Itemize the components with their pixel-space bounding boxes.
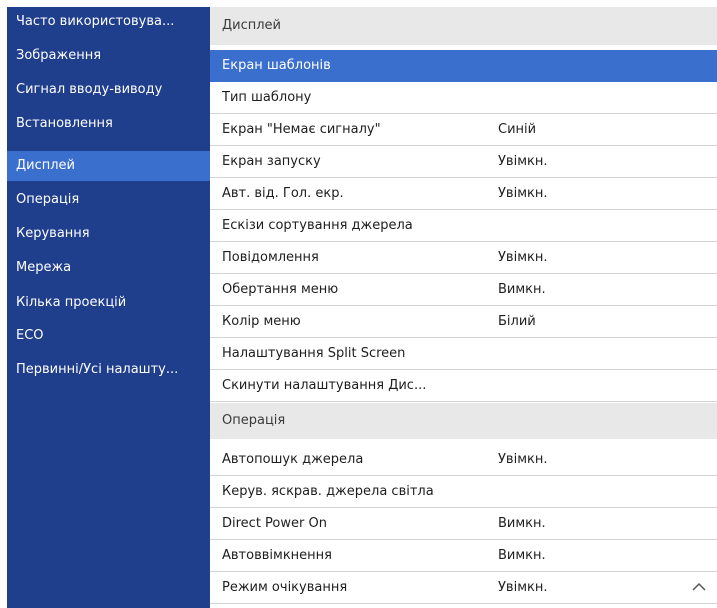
sidebar-menu: Часто використовува... Зображення Сигнал…: [7, 7, 210, 608]
menu-row-menu-color[interactable]: Колір меню Білий: [210, 306, 717, 338]
row-label: Повідомлення: [222, 250, 319, 265]
sidebar-item-display[interactable]: Дисплей: [7, 151, 210, 181]
sidebar-item-initial-all-settings[interactable]: Первинні/Усі налашту...: [7, 355, 210, 385]
row-value: Вимкн.: [498, 516, 546, 531]
sidebar-item-signal-io[interactable]: Сигнал вводу-виводу: [7, 75, 210, 105]
row-label: Налаштування Split Screen: [222, 346, 406, 361]
sidebar-item-eco[interactable]: ECO: [7, 321, 210, 351]
projector-menu-screen: Часто використовува... Зображення Сигнал…: [0, 0, 717, 608]
menu-row-auto-source-search[interactable]: Автопошук джерела Увімкн.: [210, 444, 717, 476]
row-label: Авт. від. Гол. екр.: [222, 186, 344, 201]
sidebar-item-network[interactable]: Мережа: [7, 253, 210, 283]
menu-row-source-thumbnails[interactable]: Ескізи сортування джерела: [210, 210, 717, 242]
menu-row-reset-display-settings[interactable]: Скинути налаштування Дис...: [210, 370, 717, 402]
menu-row-light-source-brightness[interactable]: Керув. яскрав. джерела світла: [210, 476, 717, 508]
menu-row-pattern-screen[interactable]: Екран шаблонів: [210, 50, 717, 82]
row-value: Синій: [498, 122, 537, 137]
section-header-display: Дисплей: [210, 7, 717, 45]
menu-row-pattern-type[interactable]: Тип шаблону: [210, 82, 717, 114]
row-label: Колір меню: [222, 314, 301, 329]
menu-row-messages[interactable]: Повідомлення Увімкн.: [210, 242, 717, 274]
row-label: Direct Power On: [222, 516, 327, 531]
row-value: Увімкн.: [498, 580, 548, 595]
menu-row-split-screen-settings[interactable]: Налаштування Split Screen: [210, 338, 717, 370]
row-value: Вимкн.: [498, 282, 546, 297]
row-label: Ескізи сортування джерела: [222, 218, 413, 233]
row-label: Режим очікування: [222, 580, 348, 595]
menu-row-menu-rotation[interactable]: Обертання меню Вимкн.: [210, 274, 717, 306]
sidebar-item-operation[interactable]: Операція: [7, 185, 210, 215]
sidebar-item-installation[interactable]: Встановлення: [7, 109, 210, 139]
row-value: Увімкн.: [498, 186, 548, 201]
row-label: Екран шаблонів: [222, 58, 331, 73]
menu-row-standby-mode[interactable]: Режим очікування Увімкн.: [210, 572, 717, 604]
row-label: Тип шаблону: [222, 90, 312, 105]
sidebar-item-multi-projection[interactable]: Кілька проекцій: [7, 288, 210, 318]
menu-row-direct-power-on[interactable]: Direct Power On Вимкн.: [210, 508, 717, 540]
menu-row-auto-home-screen[interactable]: Авт. від. Гол. екр. Увімкн.: [210, 178, 717, 210]
menu-row-startup-screen[interactable]: Екран запуску Увімкн.: [210, 146, 717, 178]
row-label: Автопошук джерела: [222, 452, 364, 467]
row-label: Обертання меню: [222, 282, 339, 297]
row-label: Автоввімкнення: [222, 548, 332, 563]
section-header-operation: Операція: [210, 403, 717, 439]
row-value: Увімкн.: [498, 154, 548, 169]
row-value: Вимкн.: [498, 548, 546, 563]
menu-row-no-signal-screen[interactable]: Екран "Немає сигналу" Синій: [210, 114, 717, 146]
row-label: Керув. яскрав. джерела світла: [222, 484, 434, 499]
sidebar-item-management[interactable]: Керування: [7, 219, 210, 249]
row-label: Скинути налаштування Дис...: [222, 378, 427, 393]
menu-row-auto-power-on[interactable]: Автоввімкнення Вимкн.: [210, 540, 717, 572]
row-value: Увімкн.: [498, 452, 548, 467]
sidebar-item-image[interactable]: Зображення: [7, 41, 210, 71]
row-label: Екран запуску: [222, 154, 321, 169]
row-value: Увімкн.: [498, 250, 548, 265]
chevron-up-icon[interactable]: [691, 579, 707, 595]
row-label: Екран "Немає сигналу": [222, 122, 381, 137]
settings-panel: Дисплей Екран шаблонів Тип шаблону Екран…: [210, 7, 717, 608]
row-value: Білий: [498, 314, 536, 329]
sidebar-item-frequently-used[interactable]: Часто використовува...: [7, 7, 210, 37]
